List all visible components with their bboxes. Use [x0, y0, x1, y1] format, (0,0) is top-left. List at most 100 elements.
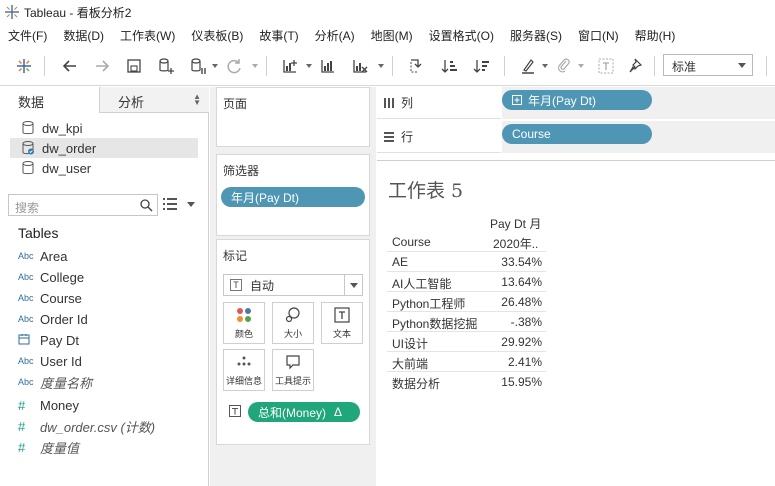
detail-dots-icon — [237, 356, 251, 366]
list-view-icon[interactable] — [163, 197, 177, 211]
size-button-label: 大小 — [283, 329, 302, 339]
rows-shelf[interactable]: Course — [502, 121, 775, 153]
columns-icon — [384, 97, 394, 108]
refresh-icon[interactable] — [222, 54, 246, 78]
title-bar: Tableau - 看板分析2 — [0, 0, 775, 24]
show-mark-labels-icon[interactable] — [594, 54, 618, 78]
menu-format[interactable]: 设置格式(O) — [421, 27, 502, 44]
color-button-label: 颜色 — [234, 329, 253, 339]
chevron-down-icon[interactable] — [212, 63, 218, 69]
marks-card[interactable]: 标记 T 自动 颜色 大小 文本 详细信息 工具提示 总和(Money) Δ — [216, 239, 370, 445]
field-name: Course — [40, 290, 82, 306]
window-title: Tableau - 看板分析2 — [24, 5, 132, 20]
tab-data[interactable]: 数据 — [0, 87, 100, 113]
field-area[interactable]: Abc Area — [18, 246, 67, 266]
menu-analysis[interactable]: 分析(A) — [307, 27, 363, 44]
menu-help[interactable]: 帮助(H) — [627, 27, 684, 44]
tooltip-button[interactable]: 工具提示 — [272, 349, 314, 391]
table-row[interactable]: Python数据挖掘 -.38% — [387, 311, 546, 331]
chevron-down-icon[interactable] — [344, 275, 362, 295]
menu-file[interactable]: 文件(F) — [0, 27, 55, 44]
menu-data[interactable]: 数据(D) — [55, 27, 112, 44]
highlight-pen-icon[interactable] — [516, 54, 540, 78]
row-course: AE — [392, 255, 409, 269]
chevron-down-icon[interactable] — [252, 63, 258, 69]
string-type-icon: Abc — [18, 251, 34, 261]
detail-button[interactable]: 详细信息 — [223, 349, 265, 391]
new-worksheet-icon[interactable] — [278, 54, 302, 78]
columns-pill-pay-dt[interactable]: 年月(Pay Dt) — [502, 90, 652, 110]
chevron-down-icon[interactable] — [306, 63, 312, 69]
duplicate-sheet-icon[interactable] — [316, 54, 340, 78]
search-input[interactable]: 搜索 — [8, 194, 158, 216]
pause-updates-icon[interactable] — [186, 54, 210, 78]
column-header-2020[interactable]: 2020年.. — [493, 235, 538, 252]
row-value: 13.64% — [501, 275, 542, 289]
toolbar-separator — [44, 56, 45, 76]
field-course[interactable]: Abc Course — [18, 288, 82, 308]
datasource-item-selected[interactable]: dw_order — [10, 138, 198, 158]
menu-window[interactable]: 窗口(N) — [570, 27, 627, 44]
text-button[interactable]: 文本 — [321, 302, 363, 344]
menu-dashboard[interactable]: 仪表板(B) — [183, 27, 251, 44]
field-name: 度量名称 — [40, 375, 93, 391]
columns-shelf[interactable]: 年月(Pay Dt) — [502, 87, 775, 119]
undo-icon[interactable] — [58, 54, 82, 78]
table-row[interactable]: AE 33.54% — [387, 251, 546, 271]
fix-axes-pin-icon[interactable] — [624, 54, 648, 78]
table-row[interactable]: Python工程师 26.48% — [387, 291, 546, 311]
color-dots-icon — [237, 308, 251, 322]
menu-story[interactable]: 故事(T) — [251, 27, 306, 44]
redo-icon[interactable] — [90, 54, 114, 78]
filters-card[interactable]: 筛选器 年月(Pay Dt) — [216, 154, 370, 236]
field-money[interactable]: # Money — [18, 395, 79, 415]
tab-analysis[interactable]: 分析 ▲ ▼ — [100, 87, 209, 113]
table-row[interactable]: AI人工智能 13.64% — [387, 271, 546, 291]
field-measure-names[interactable]: Abc 度量名称 — [18, 372, 92, 392]
datasource-name: dw_user — [42, 160, 92, 176]
fit-select[interactable]: 标准 — [663, 54, 753, 76]
menu-server[interactable]: 服务器(S) — [502, 27, 570, 44]
row-field-header[interactable]: Course — [392, 235, 431, 249]
text-pill-sum-money[interactable]: 总和(Money) Δ — [248, 402, 360, 422]
size-button[interactable]: 大小 — [272, 302, 314, 344]
expand-plus-icon[interactable] — [512, 95, 522, 105]
menu-worksheet[interactable]: 工作表(W) — [112, 27, 183, 44]
field-record-count[interactable]: # dw_order.csv (计数) — [18, 416, 155, 436]
tableau-home-icon[interactable] — [12, 54, 36, 78]
color-button[interactable]: 颜色 — [223, 302, 265, 344]
field-user-id[interactable]: Abc User Id — [18, 351, 82, 371]
menu-map[interactable]: 地图(M) — [363, 27, 421, 44]
mark-type-select[interactable]: T 自动 — [223, 274, 363, 296]
pages-card[interactable]: 页面 — [216, 87, 370, 147]
text-t-icon — [334, 307, 350, 323]
chevron-down-icon[interactable] — [378, 63, 384, 69]
row-course: 数据分析 — [392, 377, 441, 391]
datasource-item[interactable]: dw_user — [10, 158, 198, 178]
field-measure-values[interactable]: # 度量值 — [18, 437, 79, 457]
chevron-down-icon[interactable] — [542, 63, 548, 69]
chevron-down-icon[interactable] — [187, 202, 195, 207]
field-name: Area — [40, 248, 68, 264]
save-icon[interactable] — [122, 54, 146, 78]
filter-pill-pay-dt[interactable]: 年月(Pay Dt) — [221, 187, 365, 207]
string-type-icon: Abc — [18, 314, 34, 324]
table-row[interactable]: 大前端 2.41% — [387, 351, 546, 371]
swap-rows-columns-icon[interactable] — [404, 54, 428, 78]
table-row[interactable]: UI设计 29.92% — [387, 331, 546, 351]
string-type-icon: Abc — [18, 377, 34, 387]
table-row[interactable]: 数据分析 15.95% — [387, 371, 546, 391]
sort-descending-icon[interactable] — [470, 54, 494, 78]
clear-sheet-icon[interactable] — [348, 54, 372, 78]
datasource-item[interactable]: dw_kpi — [10, 118, 198, 138]
field-college[interactable]: Abc College — [18, 267, 84, 287]
string-type-icon: Abc — [18, 293, 34, 303]
column-field-header[interactable]: Pay Dt 月 — [490, 215, 541, 232]
chevron-down-icon[interactable] — [578, 63, 584, 69]
rows-pill-course[interactable]: Course — [502, 124, 652, 144]
new-datasource-icon[interactable] — [154, 54, 178, 78]
group-members-icon[interactable] — [552, 54, 576, 78]
field-pay-dt[interactable]: Pay Dt — [18, 330, 79, 350]
field-order-id[interactable]: Abc Order Id — [18, 309, 88, 329]
sort-ascending-icon[interactable] — [438, 54, 462, 78]
